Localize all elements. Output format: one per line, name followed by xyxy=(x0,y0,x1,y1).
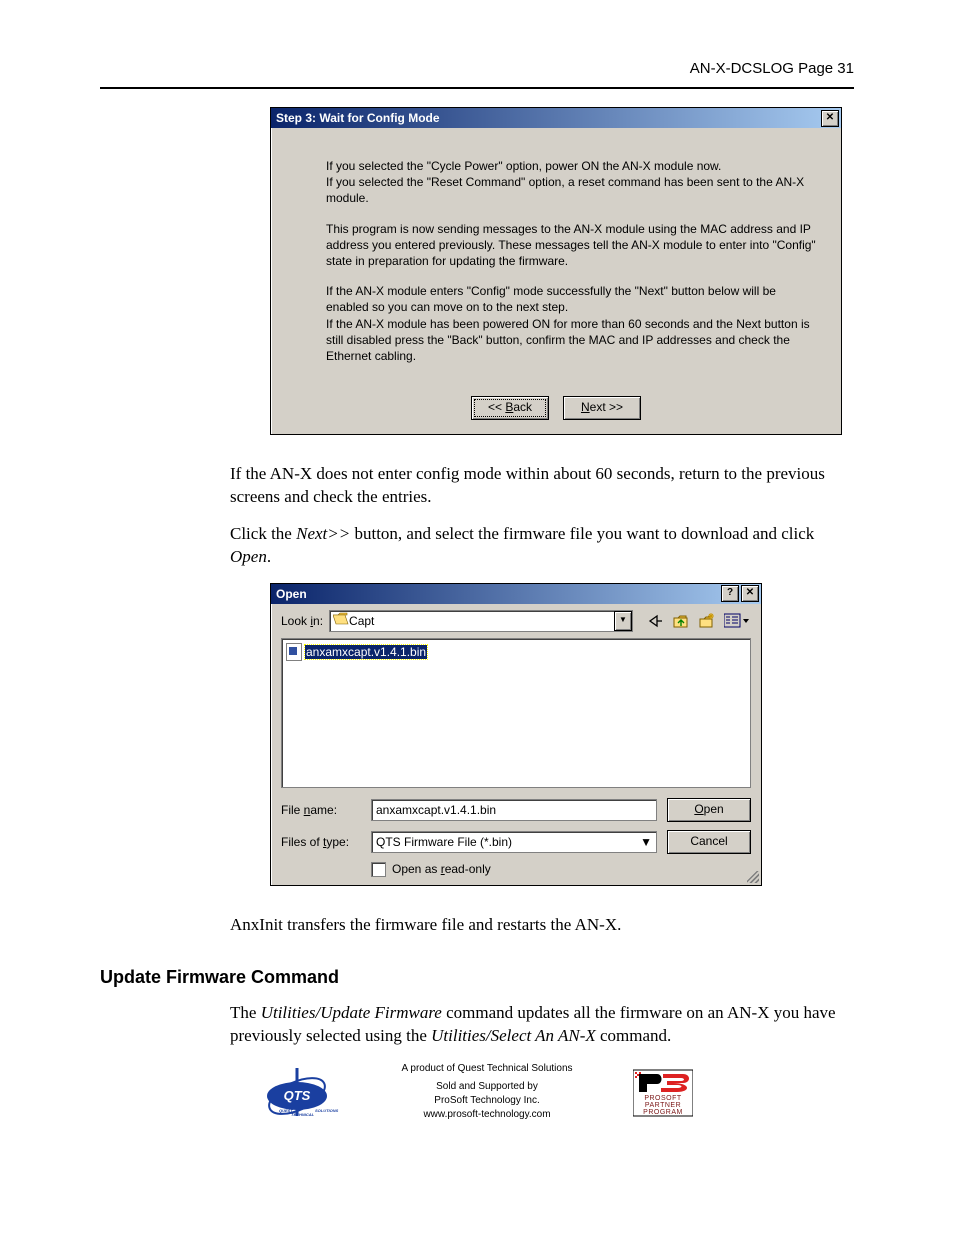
readonly-checkbox[interactable] xyxy=(371,862,386,877)
footer-line: Sold and Supported by xyxy=(401,1080,572,1094)
filename-label: File name: xyxy=(281,803,361,817)
svg-text:PROGRAM: PROGRAM xyxy=(643,1109,683,1116)
back-prefix: << xyxy=(488,400,505,414)
back-button[interactable]: << Back xyxy=(471,396,549,420)
filename-input[interactable]: anxamxcapt.v1.4.1.bin xyxy=(371,799,657,821)
next-mnemonic: N xyxy=(581,400,590,414)
back-arrow-icon[interactable] xyxy=(645,611,665,631)
chevron-down-icon[interactable]: ▼ xyxy=(614,611,632,631)
resize-grip-icon[interactable] xyxy=(747,871,759,883)
svg-text:QTS: QTS xyxy=(284,1088,311,1103)
view-menu-icon[interactable] xyxy=(723,611,751,631)
lookin-value: Capt xyxy=(349,614,374,628)
titlebar: Open ? ✕ xyxy=(271,584,761,604)
text-frag-italic: Utilities/Update Firmware xyxy=(261,1003,442,1022)
label-frag: ype: xyxy=(326,835,349,849)
header-rule xyxy=(100,87,854,89)
file-type-icon xyxy=(286,643,302,661)
next-suffix: ext >> xyxy=(590,400,623,414)
open-button[interactable]: Open xyxy=(667,798,751,822)
chevron-down-icon[interactable]: ▼ xyxy=(640,832,652,852)
label-frag: Files of xyxy=(281,835,323,849)
file-item[interactable]: anxamxcapt.v1.4.1.bin xyxy=(286,643,427,661)
section-heading: Update Firmware Command xyxy=(100,967,854,988)
next-button[interactable]: Next >> xyxy=(563,396,641,420)
label-frag: Open as xyxy=(392,862,441,876)
filetype-label: Files of type: xyxy=(281,835,361,849)
dialog-title: Step 3: Wait for Config Mode xyxy=(276,111,819,125)
label-frag: File xyxy=(281,803,304,817)
text-frag-italic: Utilities/Select An AN-X xyxy=(431,1026,596,1045)
footer-line: A product of Quest Technical Solutions xyxy=(401,1062,572,1076)
text-frag: Click the xyxy=(230,524,296,543)
svg-text:PROSOFT: PROSOFT xyxy=(644,1095,682,1102)
back-suffix: ack xyxy=(513,400,532,414)
footer-line: www.prosoft-technology.com xyxy=(401,1108,572,1122)
open-suffix: pen xyxy=(704,802,724,816)
titlebar: Step 3: Wait for Config Mode ✕ xyxy=(271,108,841,128)
footer-text: A product of Quest Technical Solutions S… xyxy=(401,1062,572,1122)
footer-line: ProSoft Technology Inc. xyxy=(401,1094,572,1108)
dialog-paragraph-2: This program is now sending messages to … xyxy=(326,221,819,270)
dialog-paragraph-1: If you selected the "Cycle Power" option… xyxy=(326,158,819,207)
text-frag: button, and select the firmware file you… xyxy=(350,524,814,543)
label-frag: ead-only xyxy=(445,862,491,876)
body-paragraph-1: If the AN-X does not enter config mode w… xyxy=(100,463,854,509)
body-paragraph-2: Click the Next>> button, and select the … xyxy=(100,523,854,569)
qts-logo: QTS QUEST TECHNICAL SOLUTIONS xyxy=(261,1066,341,1118)
config-mode-dialog: Step 3: Wait for Config Mode ✕ If you se… xyxy=(270,107,842,435)
lookin-label: Look in: xyxy=(281,614,323,628)
readonly-label: Open as read-only xyxy=(392,862,491,876)
body-paragraph-4: The Utilities/Update Firmware command up… xyxy=(100,1002,854,1048)
body-paragraph-3: AnxInit transfers the firmware file and … xyxy=(100,914,854,937)
label-frag: n: xyxy=(313,614,323,628)
file-list[interactable]: anxamxcapt.v1.4.1.bin xyxy=(281,638,751,788)
label-frag: Look xyxy=(281,614,310,628)
lookin-dropdown[interactable]: Capt ▼ xyxy=(329,610,633,632)
close-button[interactable]: ✕ xyxy=(741,585,759,602)
filetype-value: QTS Firmware File (*.bin) xyxy=(376,832,512,852)
text-frag-italic: Open xyxy=(230,547,267,566)
filename-value: anxamxcapt.v1.4.1.bin xyxy=(376,800,496,820)
open-mnemonic: O xyxy=(694,802,703,816)
svg-text:TECHNICAL: TECHNICAL xyxy=(291,1112,315,1117)
up-folder-icon[interactable] xyxy=(671,611,691,631)
page-header: AN-X-DCSLOG Page 31 xyxy=(100,60,854,87)
svg-text:SOLUTIONS: SOLUTIONS xyxy=(315,1108,339,1113)
new-folder-icon[interactable] xyxy=(697,611,717,631)
label-frag: ame: xyxy=(310,803,337,817)
close-button[interactable]: ✕ xyxy=(821,110,839,127)
help-button[interactable]: ? xyxy=(721,585,739,602)
prosoft-partner-logo: PROSOFT PARTNER PROGRAM xyxy=(633,1066,693,1118)
page-footer: QTS QUEST TECHNICAL SOLUTIONS A product … xyxy=(100,1062,854,1122)
dialog-paragraph-3: If the AN-X module enters "Config" mode … xyxy=(326,283,819,364)
dialog-title: Open xyxy=(276,587,719,601)
folder-open-icon xyxy=(333,612,349,629)
text-frag: The xyxy=(230,1003,261,1022)
svg-text:PARTNER: PARTNER xyxy=(644,1102,680,1109)
cancel-button[interactable]: Cancel xyxy=(667,830,751,854)
text-frag-italic: Next>> xyxy=(296,524,350,543)
filetype-dropdown[interactable]: QTS Firmware File (*.bin) ▼ xyxy=(371,831,657,853)
text-frag: command. xyxy=(596,1026,672,1045)
text-frag: . xyxy=(267,547,271,566)
file-name: anxamxcapt.v1.4.1.bin xyxy=(305,645,427,659)
open-file-dialog: Open ? ✕ Look in: Capt ▼ xyxy=(270,583,762,886)
